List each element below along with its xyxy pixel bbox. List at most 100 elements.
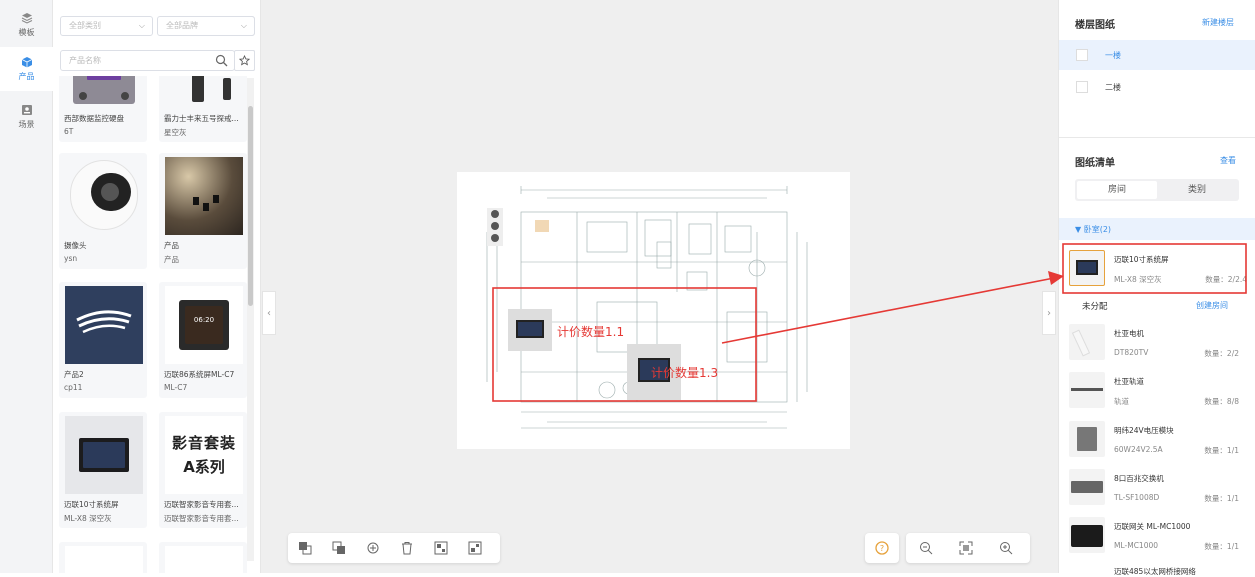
- list-item-selected[interactable]: 迈联10寸系统屏 ML-X8 深空灰 数量：2/2.4: [1059, 246, 1255, 294]
- tab-category[interactable]: 类别: [1157, 181, 1237, 199]
- zoom-toolbar: [906, 533, 1030, 563]
- item-name: 杜亚电机: [1114, 329, 1144, 338]
- chevron-down-icon: ⌵: [240, 21, 247, 30]
- item-quantity: 数量：2/2.4: [1205, 275, 1247, 284]
- favorite-button[interactable]: [234, 50, 255, 71]
- list-item[interactable]: 迈联网关 ML-MC1000 ML-MC1000 数量：1/1: [1059, 513, 1255, 561]
- product-model: 星空灰: [164, 128, 187, 137]
- collapse-right-button[interactable]: ›: [1042, 291, 1056, 335]
- bring-front-icon: [299, 542, 312, 555]
- floorplan-drawing: [486, 186, 808, 429]
- distribute-button[interactable]: [458, 533, 492, 563]
- product-card[interactable]: 06:20 迈联86系统屏ML-C7 ML-C7: [159, 282, 247, 398]
- product-thumbnail: [65, 286, 143, 364]
- product-model: 产品: [164, 255, 179, 264]
- create-room-link[interactable]: 创建房间: [1196, 300, 1228, 311]
- product-card[interactable]: [59, 542, 147, 573]
- product-name: 霸力士丰来五号探戒...: [164, 114, 239, 123]
- product-card[interactable]: 产品 产品: [159, 153, 247, 269]
- gateway-icon: [1069, 517, 1105, 553]
- product-panel: 全部类别 ⌵ 全部品牌 ⌵ 产品名称 西部数据监控硬盘 6T 霸力士丰来五号探戒…: [53, 0, 261, 573]
- count-label-1: 计价数量1.1: [557, 325, 625, 339]
- product-name: 产品2: [64, 370, 84, 379]
- item-name: 迈联网关 ML-MC1000: [1114, 522, 1191, 531]
- right-panel: 楼层图纸 新建楼层 一楼 二楼 图纸清单 查看 房间 类别 ▼ 卧室(2) 迈联…: [1058, 0, 1255, 576]
- product-card[interactable]: [159, 542, 247, 573]
- help-button[interactable]: ?: [865, 533, 899, 563]
- search-input[interactable]: 产品名称: [60, 50, 235, 71]
- scene-icon: [21, 105, 32, 115]
- tab-room[interactable]: 房间: [1077, 181, 1157, 199]
- align-button[interactable]: [424, 533, 458, 563]
- cube-icon: [21, 57, 32, 68]
- list-item[interactable]: 明纬24V电压模块 60W24V2.5A 数量：1/1: [1059, 417, 1255, 465]
- bring-front-button[interactable]: [288, 533, 322, 563]
- item-model: DT820TV: [1114, 348, 1149, 357]
- chevron-right-icon: ›: [1047, 307, 1051, 319]
- brand-select[interactable]: 全部品牌 ⌵: [157, 16, 255, 36]
- item-name: 明纬24V电压模块: [1114, 426, 1174, 435]
- wave-logo: [76, 310, 132, 334]
- list-item[interactable]: 杜亚轨道 轨道 数量：8/8: [1059, 368, 1255, 416]
- product-name: 迈联86系统屏ML-C7: [164, 370, 235, 379]
- item-model: 60W24V2.5A: [1114, 445, 1163, 454]
- product-thumbnail: 影音套装 A系列: [165, 416, 243, 494]
- nav-template-label: 模板: [18, 28, 35, 37]
- view-link[interactable]: 查看: [1220, 155, 1236, 166]
- product-name: 迈联10寸系统屏: [64, 500, 119, 509]
- item-quantity: 数量：1/1: [1204, 494, 1239, 503]
- item-quantity: 数量：1/1: [1204, 446, 1239, 455]
- product-model: ysn: [64, 254, 78, 263]
- floor-thumbnail: [1076, 81, 1088, 93]
- search-icon[interactable]: [215, 54, 228, 67]
- nav-product-label: 产品: [18, 72, 35, 81]
- item-quantity: 数量：2/2: [1204, 349, 1239, 358]
- zoom-in-button[interactable]: [986, 533, 1026, 563]
- category-select[interactable]: 全部类别 ⌵: [60, 16, 153, 36]
- send-back-button[interactable]: [322, 533, 356, 563]
- product-scrollbar[interactable]: [247, 78, 254, 561]
- unassigned-label: 未分配: [1082, 302, 1108, 312]
- zoom-in-icon: [1000, 542, 1013, 555]
- room-group-bedroom[interactable]: ▼ 卧室(2): [1075, 224, 1111, 235]
- nav-scene[interactable]: 场景: [0, 95, 53, 139]
- product-model: cp11: [64, 383, 83, 392]
- list-item[interactable]: 杜亚电机 DT820TV 数量：2/2: [1059, 320, 1255, 368]
- product-name: 摄像头: [64, 241, 87, 250]
- product-thumbnail: [65, 157, 143, 235]
- power-module-icon: [1069, 421, 1105, 457]
- trash-icon: [402, 542, 412, 555]
- product-card[interactable]: 迈联10寸系统屏 ML-X8 深空灰: [59, 412, 147, 528]
- av-line1: 影音套装: [171, 434, 236, 452]
- motor-icon: [1069, 324, 1105, 360]
- nav-template[interactable]: 模板: [0, 3, 53, 47]
- floor-item-2[interactable]: 二楼: [1059, 72, 1255, 102]
- floor-item-label: 二楼: [1105, 82, 1121, 92]
- delete-button[interactable]: [390, 533, 424, 563]
- nav-scene-label: 场景: [18, 120, 35, 129]
- fit-screen-icon: [959, 541, 973, 555]
- list-item[interactable]: 8口百兆交换机 TL-SF1008D 数量：1/1: [1059, 465, 1255, 513]
- product-thumbnail: [165, 157, 243, 235]
- product-card[interactable]: 摄像头 ysn: [59, 153, 147, 269]
- collapse-left-button[interactable]: ‹: [262, 291, 276, 335]
- floorplan-sheet[interactable]: [457, 172, 850, 449]
- scrollbar-thumb[interactable]: [248, 106, 253, 306]
- add-button[interactable]: [356, 533, 390, 563]
- product-card[interactable]: 产品2 cp11: [59, 282, 147, 398]
- category-select-value: 全部类别: [69, 21, 101, 30]
- item-model: 轨道: [1114, 397, 1129, 406]
- zoom-out-button[interactable]: [906, 533, 946, 563]
- item-image: [1069, 250, 1105, 286]
- product-model: 6T: [64, 127, 74, 136]
- item-quantity: 数量：8/8: [1204, 397, 1239, 406]
- nav-product[interactable]: 产品: [0, 47, 53, 91]
- floor-item-1[interactable]: 一楼: [1059, 40, 1255, 70]
- product-thumbnail: [65, 416, 143, 494]
- distribute-icon: [468, 541, 482, 555]
- fit-screen-button[interactable]: [946, 533, 986, 563]
- list-item-partial: 迈联485以太网桥接网络: [1114, 567, 1196, 576]
- product-card[interactable]: 影音套装 A系列 迈联智家影音专用套... 迈联智家影音专用套...: [159, 412, 247, 528]
- brand-select-value: 全部品牌: [166, 21, 198, 30]
- new-floor-link[interactable]: 新建楼层: [1202, 17, 1234, 28]
